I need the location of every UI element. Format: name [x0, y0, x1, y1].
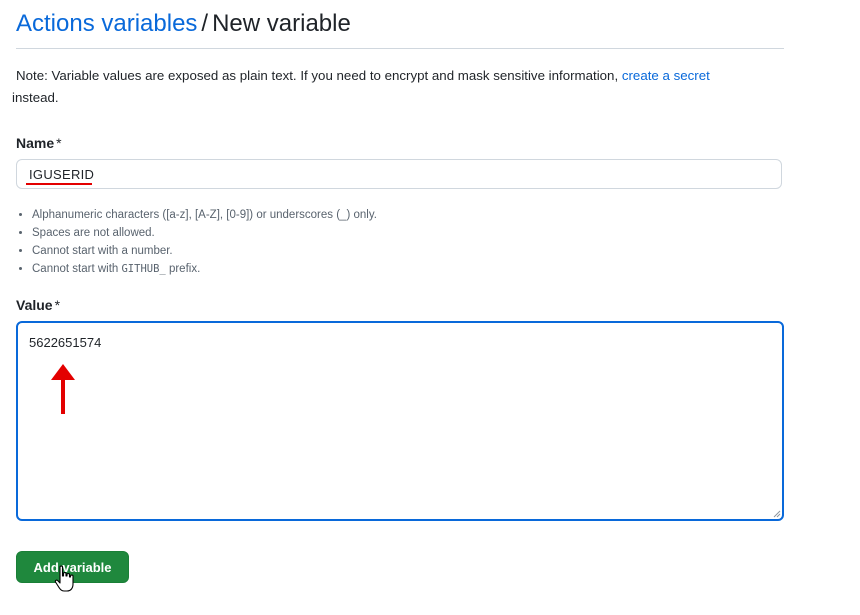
name-label: Name * — [16, 135, 62, 151]
name-input[interactable]: IGUSERID — [16, 159, 782, 189]
new-variable-page: Actions variables / New variable Note: Var… — [0, 0, 860, 615]
value-textarea[interactable]: 5622651574 — [16, 321, 784, 521]
breadcrumb-actions-variables-link[interactable]: Actions variables — [16, 10, 197, 37]
value-label-text: Value — [16, 297, 53, 313]
red-underline-annotation — [26, 183, 92, 185]
create-secret-link[interactable]: create a secret — [622, 68, 710, 83]
name-rule-prefix-after: prefix. — [165, 263, 201, 275]
breadcrumb-current: New variable — [212, 10, 351, 37]
name-rule-prefix-before: Cannot start with — [32, 263, 122, 275]
red-up-arrow-icon — [51, 364, 75, 414]
breadcrumb-separator: / — [201, 10, 209, 37]
name-required-mark: * — [56, 135, 62, 151]
plain-text-note: Note: Variable values are exposed as pla… — [12, 65, 776, 109]
value-label: Value * — [16, 297, 60, 313]
page-title: Actions variables / New variable — [16, 8, 784, 40]
hand-pointer-cursor-icon — [54, 565, 74, 592]
resize-grip-icon[interactable] — [773, 510, 781, 518]
value-textarea-value: 5622651574 — [29, 335, 102, 350]
note-text-after: instead. — [12, 90, 59, 105]
name-rule-item: Cannot start with GITHUB_ prefix. — [32, 260, 377, 278]
name-rules-list: Alphanumeric characters ([a-z], [A-Z], [… — [16, 206, 377, 278]
name-input-value: IGUSERID — [29, 167, 95, 182]
name-label-text: Name — [16, 135, 55, 151]
name-rule-item: Cannot start with a number. — [32, 242, 377, 260]
name-rule-item: Spaces are not allowed. — [32, 224, 377, 242]
value-required-mark: * — [54, 297, 61, 313]
github-prefix-code: GITHUB_ — [121, 263, 166, 275]
page-header: Actions variables / New variable — [16, 8, 784, 49]
note-text-before: Note: Variable values are exposed as pla… — [16, 68, 622, 83]
name-rule-item: Alphanumeric characters ([a-z], [A-Z], [… — [32, 206, 377, 224]
